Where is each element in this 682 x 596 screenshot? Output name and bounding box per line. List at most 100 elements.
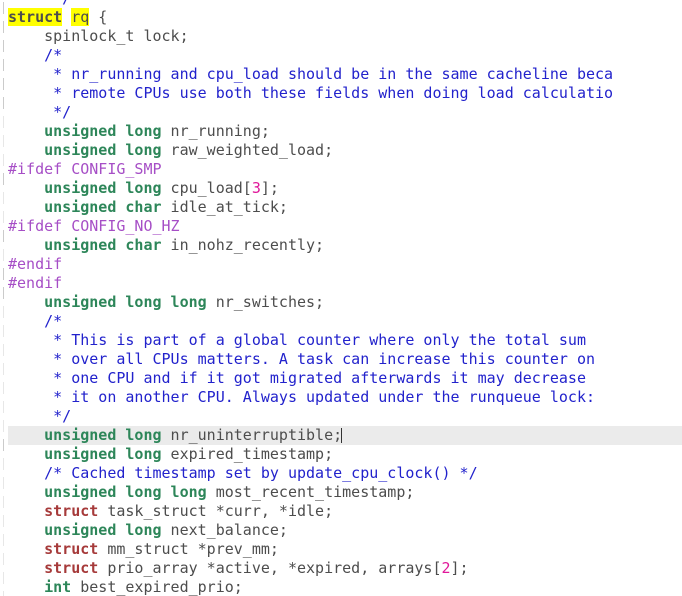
code-line[interactable]: unsigned long expired_timestamp; <box>0 445 682 464</box>
token-plain: cpu_load[ <box>161 179 252 197</box>
code-line[interactable]: struct task_struct *curr, *idle; <box>0 502 682 521</box>
token-kw-struct: struct <box>44 559 99 577</box>
token-plain: in_nohz_recently; <box>161 236 325 254</box>
token-cmt: */ <box>44 103 72 121</box>
code-line[interactable]: /* <box>0 46 682 65</box>
token-plain: most_recent_timestamp; <box>206 483 415 501</box>
code-line[interactable]: * remote CPUs use both these fields when… <box>0 84 682 103</box>
code-line[interactable]: * it on another CPU. Always updated unde… <box>0 388 682 407</box>
token-plain: idle_at_tick; <box>161 198 288 216</box>
code-line[interactable]: unsigned char in_nohz_recently; <box>0 236 682 255</box>
code-line[interactable]: #endif <box>0 274 682 293</box>
code-line[interactable]: int best_expired_prio; <box>0 578 682 596</box>
code-line[interactable]: struct mm_struct *prev_mm; <box>0 540 682 559</box>
code-line[interactable]: unsigned long nr_running; <box>0 122 682 141</box>
token-plain: task_struct *curr, *idle; <box>98 502 334 520</box>
code-line[interactable]: unsigned long cpu_load[3]; <box>0 179 682 198</box>
token-kw-type: unsigned long <box>44 141 162 159</box>
code-line[interactable]: * nr_running and cpu_load should be in t… <box>0 65 682 84</box>
token-kw-type: unsigned long long <box>44 483 207 501</box>
token-cmt: * This is part of a global counter where… <box>44 331 586 349</box>
code-line[interactable]: unsigned long raw_weighted_load; <box>0 141 682 160</box>
token-cmt: */ <box>44 407 72 425</box>
text-cursor <box>341 428 343 443</box>
code-editor-viewport[interactable]: */struct rq { spinlock_t lock; /* * nr_r… <box>0 0 682 596</box>
code-line[interactable]: #ifdef CONFIG_NO_HZ <box>0 217 682 236</box>
code-line[interactable]: */ <box>0 103 682 122</box>
token-kw-type: unsigned long <box>44 122 162 140</box>
code-line[interactable]: unsigned char idle_at_tick; <box>0 198 682 217</box>
code-line[interactable]: * over all CPUs matters. A task can incr… <box>0 350 682 369</box>
token-plain: ]; <box>260 179 279 197</box>
code-line[interactable]: * one CPU and if it got migrated afterwa… <box>0 369 682 388</box>
code-line[interactable]: struct rq { <box>0 8 682 27</box>
token-cmt: */ <box>44 0 71 7</box>
code-line[interactable]: struct prio_array *active, *expired, arr… <box>0 559 682 578</box>
token-plain: next_balance; <box>161 521 288 539</box>
code-line[interactable]: /* Cached timestamp set by update_cpu_cl… <box>0 464 682 483</box>
token-cmt: * nr_running and cpu_load should be in t… <box>44 65 614 83</box>
code-line[interactable]: spinlock_t lock; <box>0 27 682 46</box>
token-cmt: * remote CPUs use both these fields when… <box>44 84 614 102</box>
token-pp: #ifdef CONFIG_SMP <box>8 160 162 178</box>
token-cmt: /* <box>44 312 63 330</box>
token-plain: raw_weighted_load; <box>161 141 334 159</box>
token-cmt: /* <box>44 46 63 64</box>
token-plain: nr_uninterruptible; <box>161 426 343 444</box>
code-line[interactable]: * This is part of a global counter where… <box>0 331 682 350</box>
token-plain: expired_timestamp; <box>161 445 334 463</box>
token-pp: #endif <box>8 255 63 273</box>
token-kw-type: unsigned long <box>44 445 162 463</box>
code-text-area[interactable]: */struct rq { spinlock_t lock; /* * nr_r… <box>0 0 682 596</box>
token-kw-type: unsigned long <box>44 426 162 444</box>
token-pp: #endif <box>8 274 63 292</box>
token-kw-struct: struct <box>44 540 99 558</box>
code-line[interactable]: */ <box>0 0 682 8</box>
token-kw-type: unsigned char <box>44 198 162 216</box>
code-line[interactable]: /* <box>0 312 682 331</box>
token-plain: ]; <box>450 559 469 577</box>
code-line[interactable]: unsigned long long most_recent_timestamp… <box>0 483 682 502</box>
code-line[interactable]: unsigned long next_balance; <box>0 521 682 540</box>
code-line[interactable]: unsigned long long nr_switches; <box>0 293 682 312</box>
token-kw-type: unsigned char <box>44 236 162 254</box>
code-line-current[interactable]: unsigned long nr_uninterruptible; <box>8 426 682 445</box>
token-hl-struct: struct <box>8 8 63 26</box>
token-kw-struct: struct <box>44 502 99 520</box>
token-cmt: * one CPU and if it got migrated afterwa… <box>44 369 586 387</box>
token-cmt: * it on another CPU. Always updated unde… <box>44 388 596 406</box>
code-line[interactable]: #ifdef CONFIG_SMP <box>0 160 682 179</box>
token-kw-type: unsigned long <box>44 521 162 539</box>
code-line[interactable]: */ <box>0 407 682 426</box>
token-plain: spinlock_t lock; <box>44 27 189 45</box>
token-pp: #ifdef CONFIG_NO_HZ <box>8 217 180 235</box>
token-plain: nr_switches; <box>206 293 325 311</box>
token-plain: nr_running; <box>161 122 270 140</box>
code-line[interactable]: #endif <box>0 255 682 274</box>
